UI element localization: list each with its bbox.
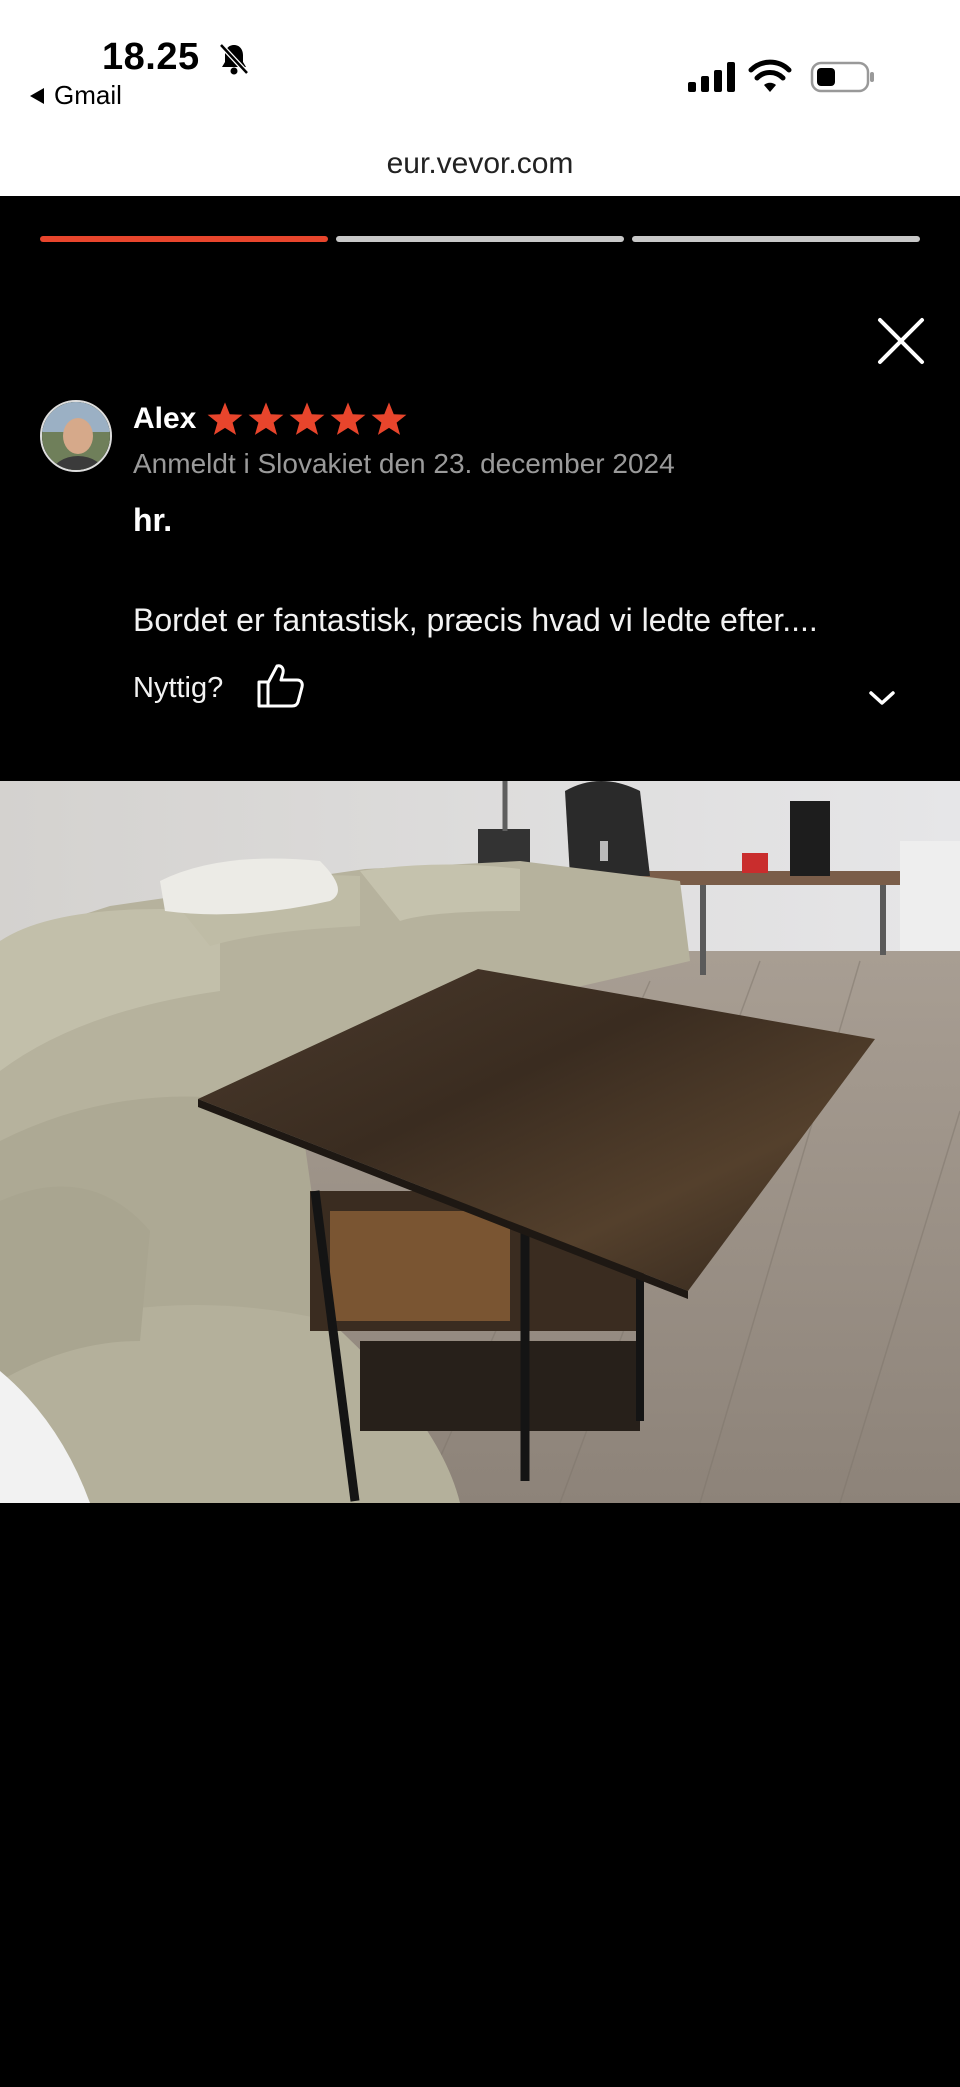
star-icon — [289, 402, 325, 435]
story-progress-segment — [336, 236, 624, 242]
thumbs-up-icon[interactable] — [255, 662, 305, 710]
review-body: Bordet er fantastisk, præcis hvad vi led… — [133, 602, 818, 638]
rating-stars — [206, 400, 408, 438]
story-progress-segment — [632, 236, 920, 242]
bell-slash-icon — [219, 43, 249, 75]
status-time: 18.25 — [102, 36, 200, 78]
reviewer-name: Alex — [133, 402, 197, 435]
close-icon[interactable] — [876, 316, 926, 366]
star-icon — [207, 402, 243, 435]
reviewer-avatar — [40, 400, 112, 472]
back-app-label: Gmail — [54, 80, 122, 110]
review-meta: Anmeldt i Slovakiet den 23. december 202… — [133, 448, 675, 479]
browser-url-bar[interactable]: eur.vevor.com — [0, 146, 960, 196]
browser-url: eur.vevor.com — [386, 147, 574, 180]
chevron-down-icon[interactable] — [866, 686, 898, 710]
cellular-signal-icon — [688, 62, 735, 92]
status-bar: 18.25 Gmail — [0, 0, 960, 146]
battery-icon — [810, 61, 874, 93]
review-title: hr. — [133, 502, 173, 538]
review-photo — [0, 781, 960, 1503]
star-icon — [371, 402, 407, 435]
helpful-label: Nyttig? — [133, 672, 224, 704]
star-icon — [248, 402, 284, 435]
story-progress — [40, 236, 920, 242]
wifi-icon — [748, 59, 792, 92]
back-to-app-link[interactable]: Gmail — [30, 80, 122, 111]
back-arrow-icon — [30, 87, 44, 104]
story-progress-segment — [40, 236, 328, 242]
star-icon — [330, 402, 366, 435]
